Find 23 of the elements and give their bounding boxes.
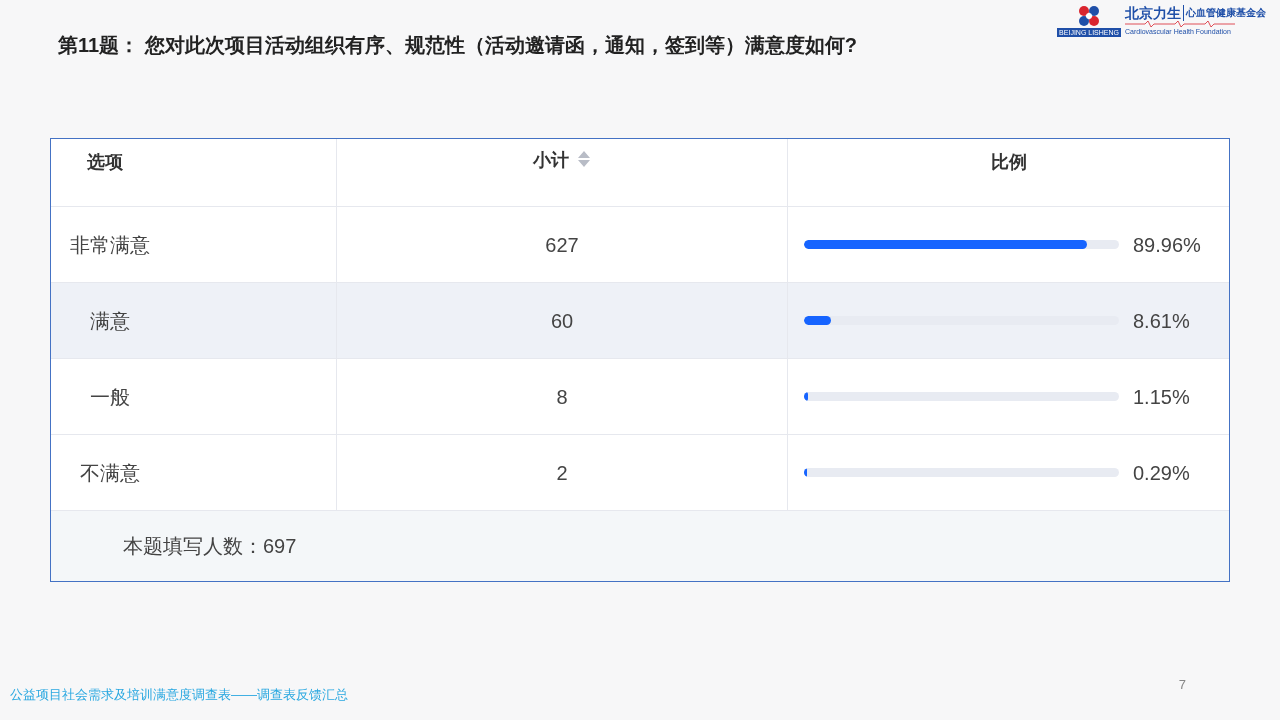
logo-name-secondary: 心血管健康基金会 bbox=[1183, 5, 1266, 21]
heartbeat-line-icon bbox=[1125, 21, 1235, 27]
percent-value: 0.29% bbox=[1133, 460, 1190, 486]
respondent-count: 本题填写人数：697 bbox=[123, 534, 297, 559]
percent-value: 1.15% bbox=[1133, 384, 1190, 410]
percent-value: 89.96% bbox=[1133, 232, 1201, 258]
logo-name: 北京力生 bbox=[1125, 5, 1181, 21]
page-number: 7 bbox=[1178, 675, 1186, 694]
count-cell-text: 627 bbox=[545, 232, 579, 258]
column-header: 比例 bbox=[990, 151, 1027, 174]
count-cell-text: 8 bbox=[556, 384, 568, 410]
option-label: 非常满意 bbox=[69, 232, 151, 258]
footer-caption: 公益项目社会需求及培训满意度调查表——调查表反馈汇总 bbox=[10, 685, 348, 704]
count-cell-text: 2 bbox=[556, 460, 568, 486]
count-cell-text: 60 bbox=[550, 308, 574, 334]
option-label: 满意 bbox=[89, 308, 131, 334]
column-header: 选项 bbox=[87, 151, 123, 174]
percent-value: 8.61% bbox=[1133, 308, 1190, 334]
column-header: 小计 bbox=[533, 149, 569, 172]
option-label: 不满意 bbox=[79, 460, 141, 486]
sort-icon[interactable] bbox=[577, 150, 591, 168]
slide-title: 第11题： 您对此次项目活动组织有序、规范性（活动邀请函，通知，签到等）满意度如何? bbox=[58, 33, 857, 58]
option-label: 一般 bbox=[89, 384, 131, 410]
